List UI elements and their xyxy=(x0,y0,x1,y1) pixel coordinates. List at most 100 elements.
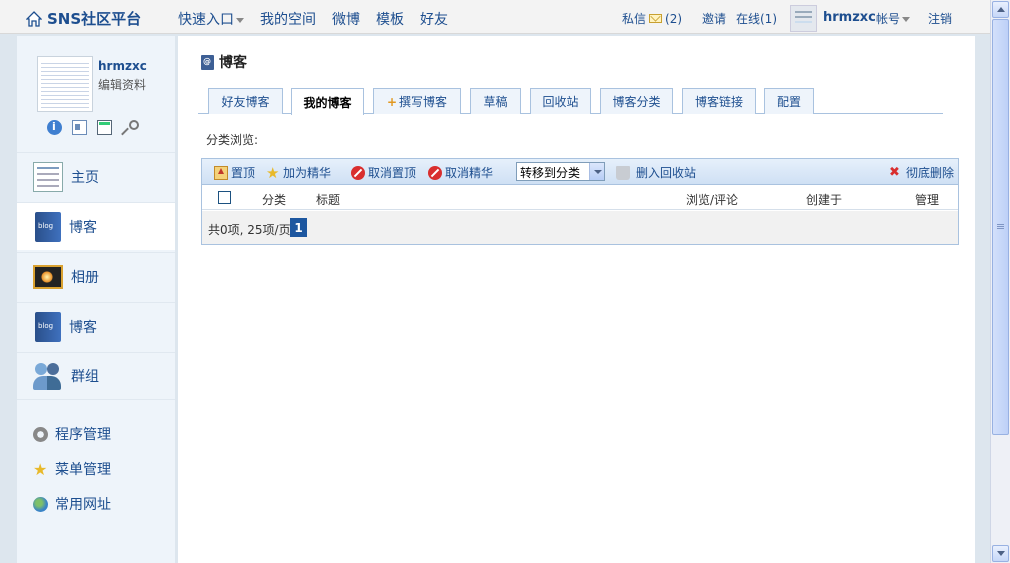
info-icon[interactable] xyxy=(47,120,62,135)
tab-categories[interactable]: 博客分类 xyxy=(600,88,673,114)
sidebar-item-blog-2[interactable]: 博客 xyxy=(17,302,175,350)
nav-friends[interactable]: 好友 xyxy=(420,9,448,29)
edit-profile-link[interactable]: 编辑资料 xyxy=(98,76,146,93)
move-to-recycle-button[interactable]: 删入回收站 xyxy=(616,164,696,181)
sidebar-item-home[interactable]: 主页 xyxy=(17,152,175,200)
logout-link[interactable]: 注销 xyxy=(928,10,952,27)
delete-forever-button[interactable]: ✖ 彻底删除 xyxy=(889,164,954,181)
profile-actions xyxy=(47,120,139,135)
tool-label: 程序管理 xyxy=(55,427,111,443)
pagination: 共0项, 25项/页 1 xyxy=(202,211,958,244)
action-label: 取消精华 xyxy=(445,166,494,180)
messages-label: 私信 xyxy=(622,12,647,26)
top-bar: SNS社区平台 快速入口 我的空间 微博 模板 好友 私信 (2) 邀请 在线(… xyxy=(0,0,990,34)
homepage-icon xyxy=(33,161,63,192)
blog-icon xyxy=(35,211,61,242)
avatar[interactable] xyxy=(790,5,817,32)
tab-recycle-bin[interactable]: 回收站 xyxy=(530,88,591,114)
home-icon xyxy=(26,10,42,27)
sidebar-item-blog[interactable]: 博客 xyxy=(17,202,175,250)
tool-label: 常用网址 xyxy=(55,497,111,513)
invite-link[interactable]: 邀请 xyxy=(702,10,726,27)
blog-icon xyxy=(35,311,61,342)
star-icon: ★ xyxy=(266,163,280,182)
profile-avatar[interactable] xyxy=(37,56,93,112)
plus-icon: + xyxy=(386,94,398,109)
online-link[interactable]: 在线(1) xyxy=(736,10,777,27)
sidebar-tool-links[interactable]: 常用网址 xyxy=(33,494,111,514)
nav-quick-entry[interactable]: 快速入口 xyxy=(178,9,244,29)
profile-name[interactable]: hrmzxc xyxy=(98,59,147,73)
globe-icon xyxy=(33,496,48,512)
gear-icon xyxy=(33,426,48,442)
action-label: 取消置顶 xyxy=(368,166,417,180)
pagination-summary: 共0项, 25项/页 xyxy=(208,223,291,237)
sidebar-tool-menu[interactable]: ★ 菜单管理 xyxy=(33,459,111,479)
tab-settings[interactable]: 配置 xyxy=(764,88,814,114)
select-value: 转移到分类 xyxy=(520,166,581,180)
feature-button[interactable]: ★ 加为精华 xyxy=(266,164,331,181)
col-created[interactable]: 创建于 xyxy=(806,191,842,208)
tab-my-blogs[interactable]: 我的博客 xyxy=(291,88,364,115)
brand-name: SNS社区平台 xyxy=(47,10,142,28)
sidebar-item-album[interactable]: 相册 xyxy=(17,252,175,300)
sidebar-item-label: 博客 xyxy=(69,219,97,236)
action-label: 彻底删除 xyxy=(906,166,955,180)
tab-blog-links[interactable]: 博客链接 xyxy=(682,88,756,114)
window-icon[interactable] xyxy=(97,120,112,135)
page-title: 博客 xyxy=(201,52,247,72)
scroll-thumb[interactable] xyxy=(992,19,1009,435)
profile-avatar-image xyxy=(41,60,89,108)
col-manage: 管理 xyxy=(915,193,940,207)
chevron-down-icon xyxy=(589,163,604,180)
select-all-checkbox[interactable] xyxy=(218,191,231,204)
scroll-up-button[interactable] xyxy=(992,1,1009,18)
sidebar-item-label: 主页 xyxy=(71,169,99,186)
col-views-comments[interactable]: 浏览/评论 xyxy=(686,191,738,208)
sidebar-item-label: 相册 xyxy=(71,269,99,286)
sidebar: hrmzxc 编辑资料 主页 博客 相册 博客 群组 程序管理 ★ 菜单管理 常… xyxy=(17,36,175,563)
col-category[interactable]: 分类 xyxy=(262,191,286,208)
cancel-icon xyxy=(428,165,442,180)
tab-drafts[interactable]: 草稿 xyxy=(470,88,521,114)
group-icon xyxy=(33,361,63,391)
sidebar-item-label: 博客 xyxy=(69,319,97,336)
nav-label: 快速入口 xyxy=(178,12,234,28)
brand-logo[interactable]: SNS社区平台 xyxy=(26,8,141,29)
tab-friend-blogs[interactable]: 好友博客 xyxy=(208,88,283,114)
tab-write-blog[interactable]: + 撰写博客 xyxy=(373,88,461,114)
account-label: 帐号 xyxy=(876,12,901,26)
sidebar-item-label: 群组 xyxy=(71,369,99,385)
messages-link[interactable]: 私信 (2) xyxy=(622,10,682,27)
close-icon: ✖ xyxy=(889,164,900,180)
sidebar-item-groups[interactable]: 群组 xyxy=(17,352,175,400)
username-link[interactable]: hrmzxc xyxy=(823,10,876,25)
contact-card-icon[interactable] xyxy=(72,120,87,135)
nav-my-space[interactable]: 我的空间 xyxy=(260,9,316,29)
scroll-down-button[interactable] xyxy=(992,545,1009,562)
nav-weibo[interactable]: 微博 xyxy=(332,9,360,29)
cancel-icon xyxy=(351,165,365,180)
unfeature-button[interactable]: 取消精华 xyxy=(428,164,493,181)
nav-templates[interactable]: 模板 xyxy=(376,9,404,29)
action-label: 加为精华 xyxy=(283,166,332,180)
blog-tabs: 好友博客 我的博客 + 撰写博客 草稿 回收站 博客分类 博客链接 配置 xyxy=(198,88,943,115)
page-number-current[interactable]: 1 xyxy=(290,218,307,237)
action-label: 置顶 xyxy=(231,166,256,180)
envelope-icon xyxy=(649,14,663,23)
main-nav: 快速入口 我的空间 微博 模板 好友 xyxy=(178,9,448,29)
chevron-down-icon xyxy=(236,17,244,23)
chevron-down-icon xyxy=(902,17,911,22)
account-menu[interactable]: 帐号 xyxy=(876,10,911,27)
trash-icon xyxy=(616,165,630,180)
blog-list-panel: 置顶 ★ 加为精华 取消置顶 取消精华 转移到分类 删入回收站 ✖ 彻底删除 分类 … xyxy=(201,158,959,245)
sidebar-tool-apps[interactable]: 程序管理 xyxy=(33,424,111,444)
photo-icon xyxy=(33,264,63,289)
vertical-scrollbar[interactable] xyxy=(990,0,1010,563)
key-icon[interactable] xyxy=(122,120,139,135)
pin-button[interactable]: 置顶 xyxy=(214,164,255,181)
move-to-category-select[interactable]: 转移到分类 xyxy=(516,162,605,181)
unpin-button[interactable]: 取消置顶 xyxy=(351,164,416,181)
col-title[interactable]: 标题 xyxy=(316,191,340,208)
action-label: 删入回收站 xyxy=(636,166,697,180)
